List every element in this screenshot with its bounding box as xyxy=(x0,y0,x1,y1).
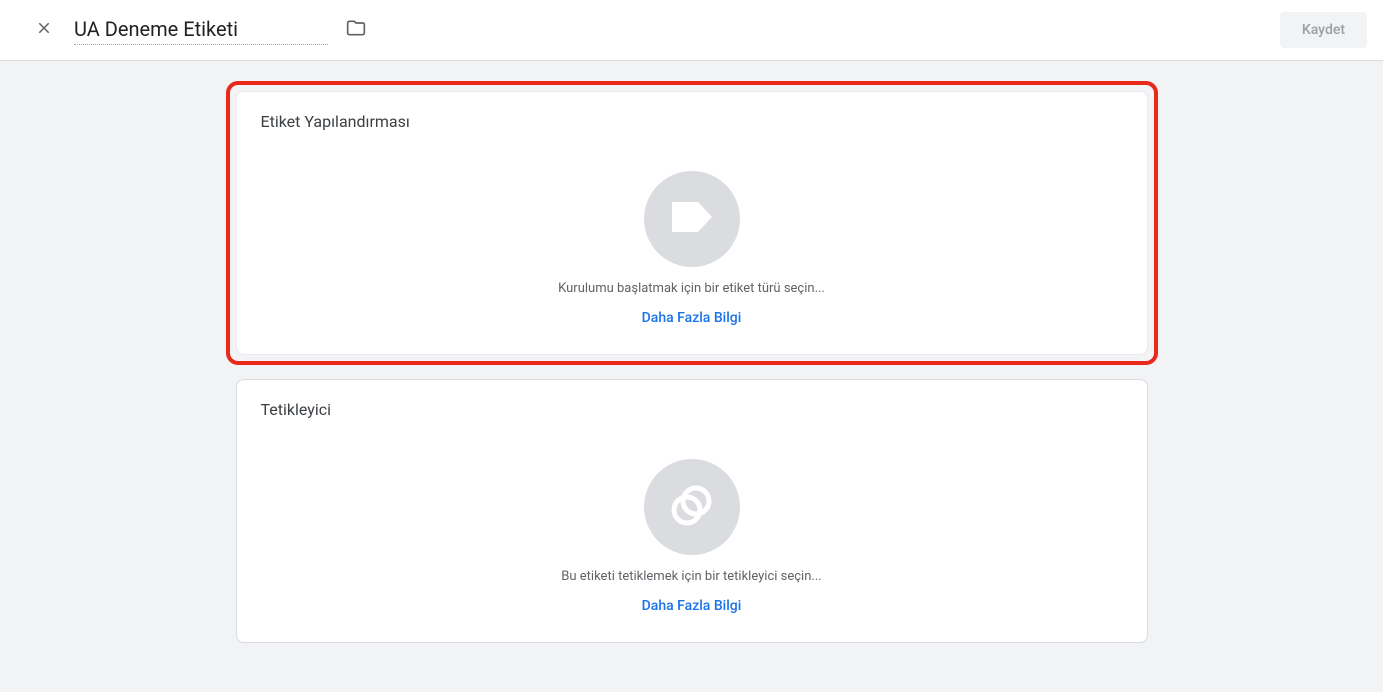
save-button[interactable]: Kaydet xyxy=(1280,12,1367,48)
tag-config-highlight: Etiket Yapılandırması Kurulumu başlatmak… xyxy=(226,81,1158,365)
trigger-hint: Bu etiketi tetiklemek için bir tetikleyi… xyxy=(561,569,821,584)
tag-config-card[interactable]: Etiket Yapılandırması Kurulumu başlatmak… xyxy=(236,91,1148,355)
trigger-icon xyxy=(670,483,714,531)
tag-config-learn-more-link[interactable]: Daha Fazla Bilgi xyxy=(642,310,742,326)
editor-body: Etiket Yapılandırması Kurulumu başlatmak… xyxy=(0,61,1383,692)
tag-icon xyxy=(672,202,712,236)
tag-name-input[interactable] xyxy=(74,15,328,45)
close-icon xyxy=(35,19,53,41)
tag-config-hint: Kurulumu başlatmak için bir etiket türü … xyxy=(558,281,825,296)
folder-button[interactable] xyxy=(344,18,368,42)
close-button[interactable] xyxy=(24,10,64,50)
trigger-title: Tetikleyici xyxy=(261,400,1123,419)
trigger-placeholder-icon xyxy=(644,459,740,555)
trigger-learn-more-link[interactable]: Daha Fazla Bilgi xyxy=(642,598,742,614)
folder-icon xyxy=(346,18,366,42)
tag-config-title: Etiket Yapılandırması xyxy=(261,112,1123,131)
trigger-card[interactable]: Tetikleyici Bu etiketi tetiklemek için b… xyxy=(236,379,1148,643)
trigger-empty-state: Bu etiketi tetiklemek için bir tetikleyi… xyxy=(261,447,1123,614)
editor-header: Kaydet xyxy=(0,0,1383,61)
tag-type-placeholder-icon xyxy=(644,171,740,267)
tag-config-empty-state: Kurulumu başlatmak için bir etiket türü … xyxy=(261,159,1123,326)
